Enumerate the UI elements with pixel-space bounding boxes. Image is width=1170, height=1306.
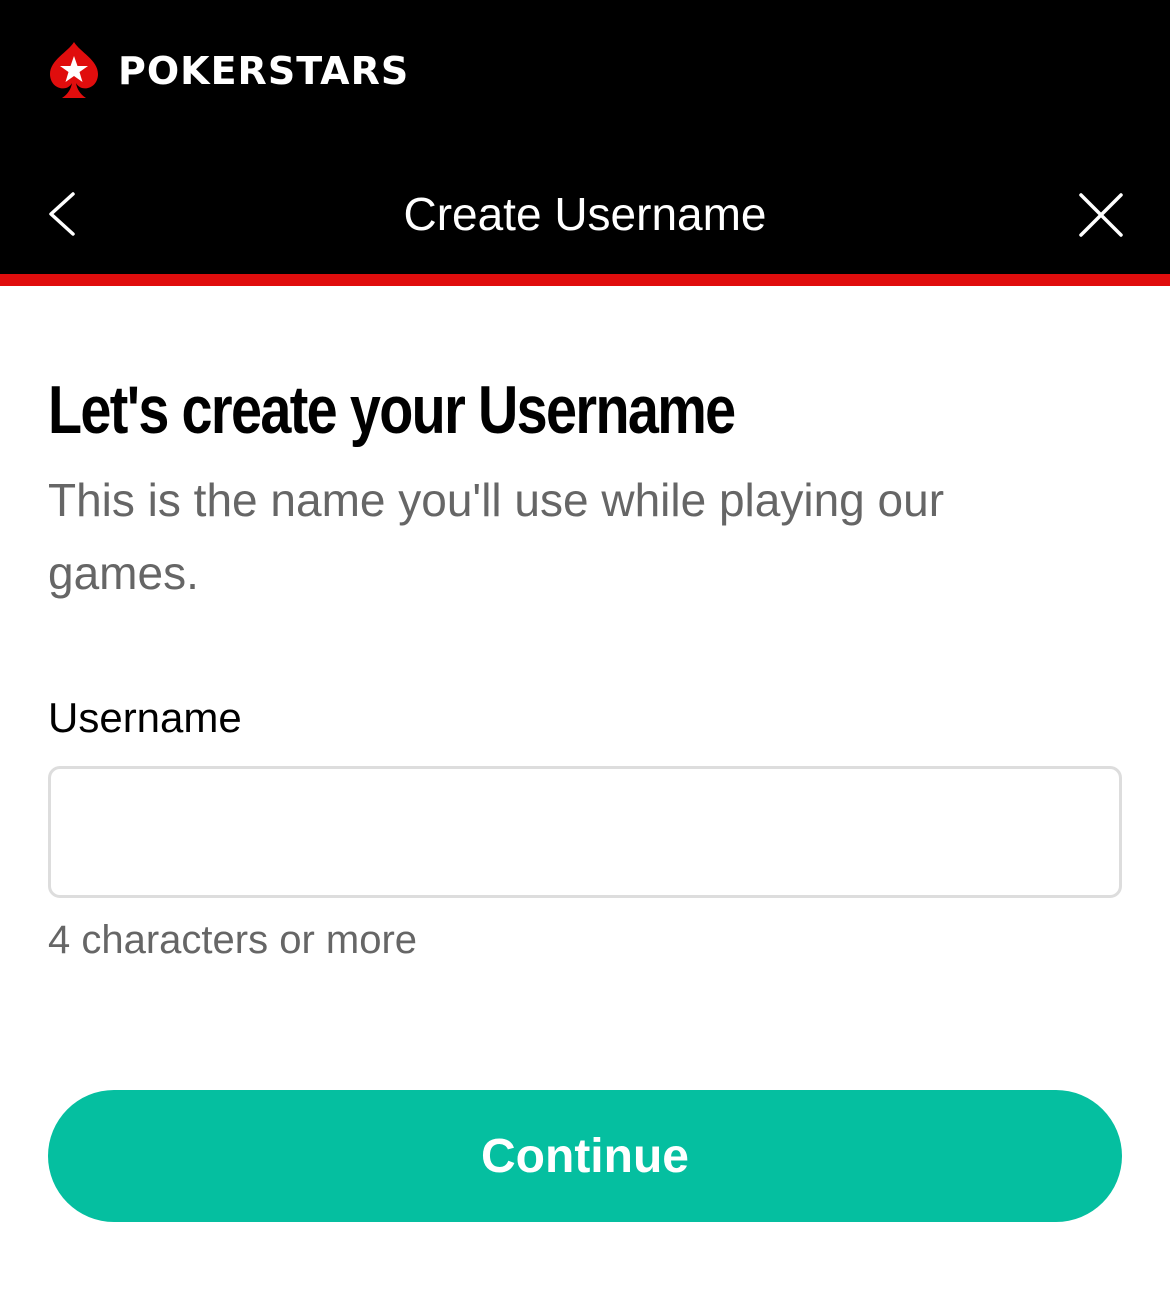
username-hint: 4 characters or more — [48, 918, 418, 962]
continue-button[interactable]: Continue — [48, 1090, 1122, 1222]
username-input[interactable] — [48, 766, 1122, 898]
username-label: Username — [48, 694, 242, 741]
chevron-left-icon — [49, 192, 75, 236]
page-title: Create Username — [403, 188, 767, 240]
back-button[interactable] — [38, 186, 86, 242]
spade-star-icon — [50, 42, 98, 98]
brand-name: POKERSTARS — [118, 49, 410, 93]
app-header: POKERSTARS Create Username — [0, 0, 1170, 286]
close-button[interactable] — [1070, 184, 1132, 246]
pokerstars-logo: POKERSTARS — [46, 40, 409, 102]
header-accent-bar — [0, 274, 1170, 286]
close-icon — [1079, 193, 1123, 237]
headline: Let's create your Username — [48, 372, 736, 448]
subtitle: This is the name you'll use while playin… — [48, 474, 945, 599]
